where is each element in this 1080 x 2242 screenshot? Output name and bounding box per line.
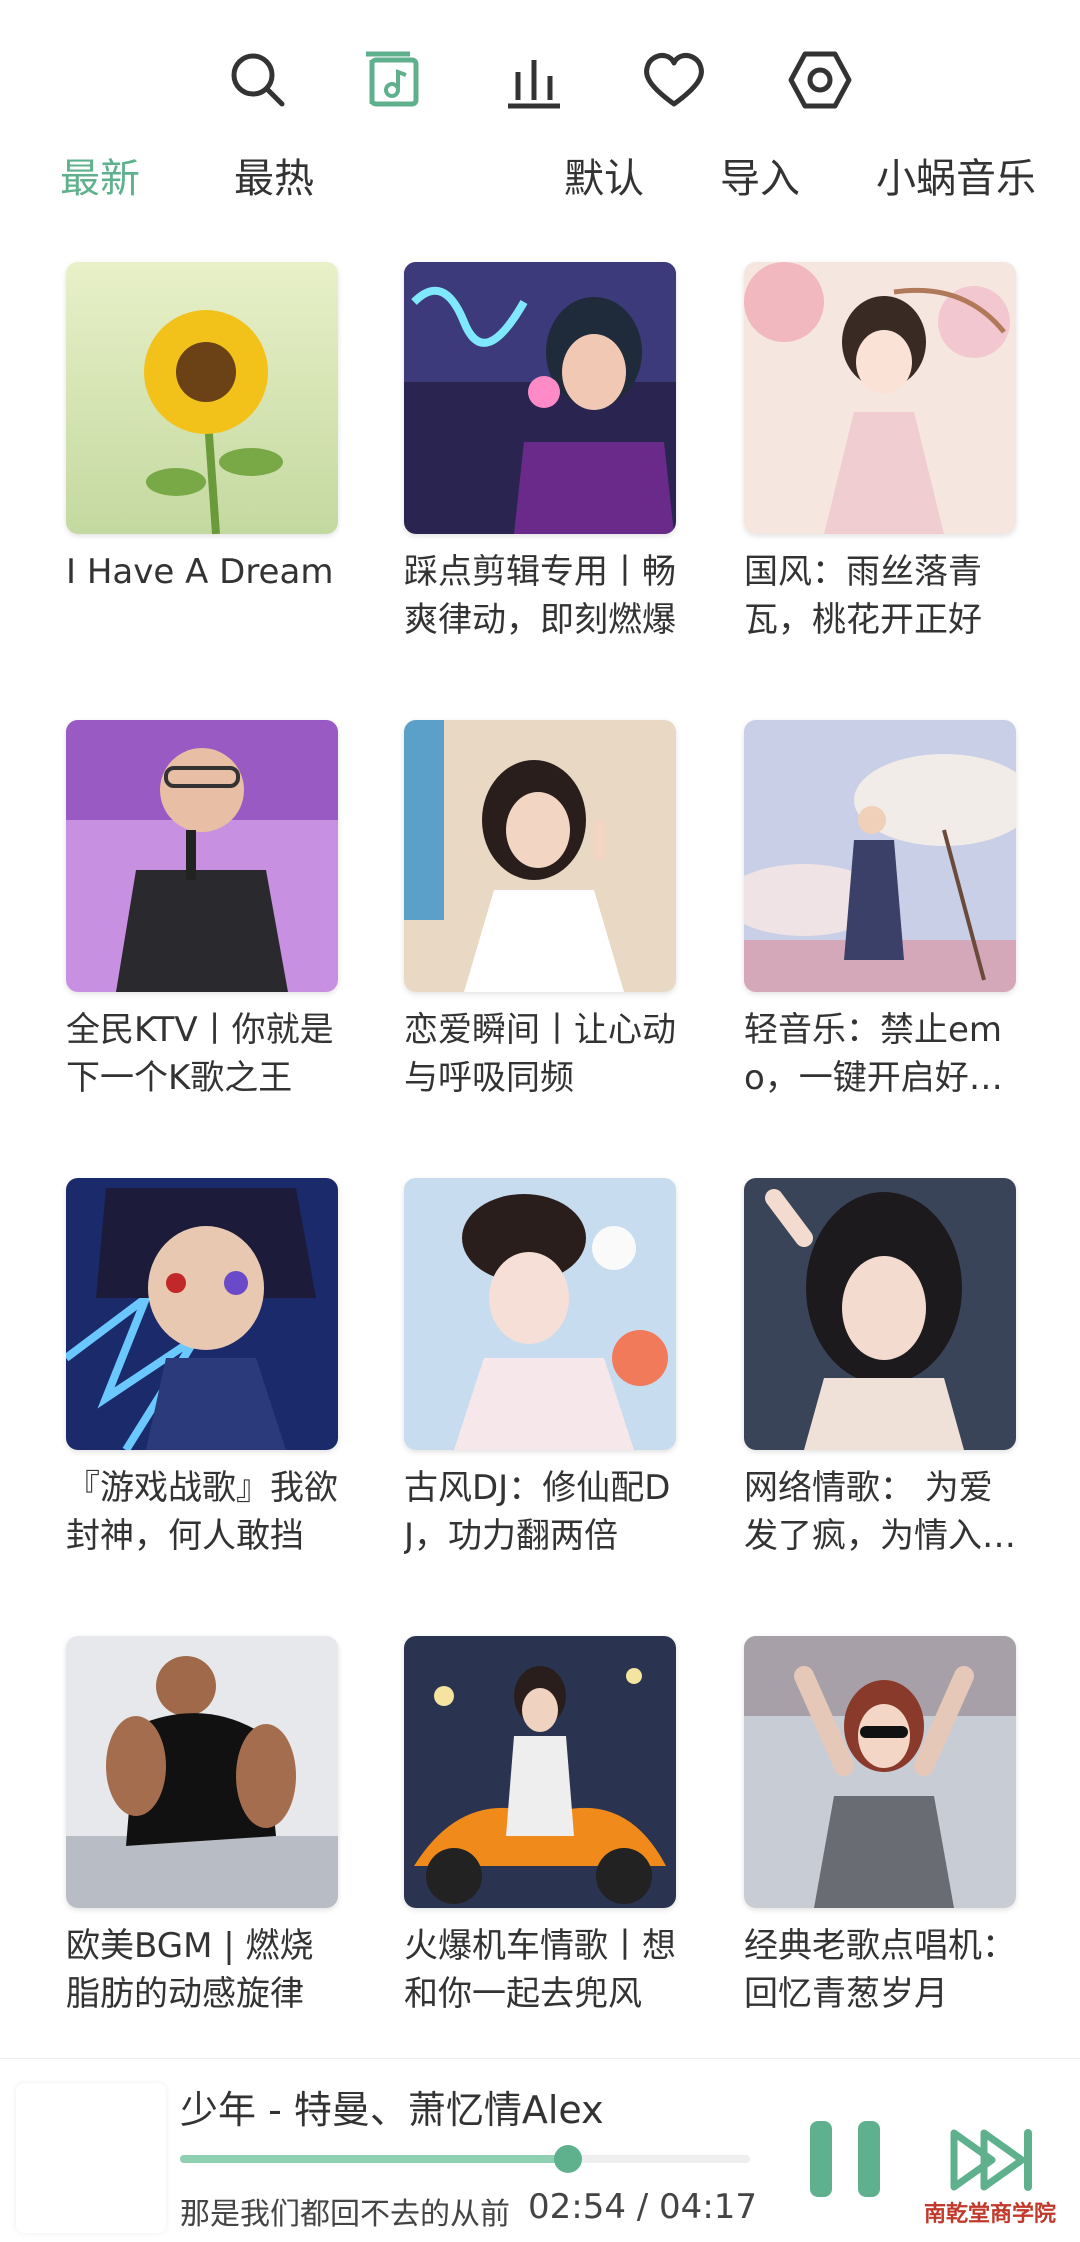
playlist-title: 国风：雨丝落青瓦，桃花开正好 bbox=[744, 552, 982, 640]
lyric-line: 那是我们都回不去的从前 bbox=[180, 2197, 510, 2232]
playlist-title: I Have A Dream bbox=[66, 552, 334, 592]
playlist-title: 网络情歌： 为爱发了疯，为情入了魔 bbox=[744, 1468, 1016, 1556]
now-playing-cover[interactable] bbox=[16, 2083, 166, 2233]
progress-fill bbox=[180, 2155, 568, 2163]
playlist-card[interactable]: 古风DJ：修仙配DJ，功力翻两倍 bbox=[404, 1178, 676, 1598]
playlist-title: 踩点剪辑专用丨畅爽律动，即刻燃爆 bbox=[404, 552, 676, 640]
watermark: 南乾堂商学院 bbox=[924, 2202, 1057, 2227]
now-playing-title: 少年 - 特曼、萧忆情Alex bbox=[180, 2088, 604, 2132]
playlist-card[interactable]: 『游戏战歌』我欲封神，何人敢挡 bbox=[66, 1178, 338, 1598]
playlist-card[interactable]: 网络情歌： 为爱发了疯，为情入了魔 bbox=[744, 1178, 1016, 1598]
progress-bar[interactable] bbox=[180, 2145, 750, 2173]
playlist-title: 轻音乐：禁止emo，一键开启好心情 bbox=[744, 1010, 1003, 1098]
playlist-cover bbox=[404, 720, 676, 992]
playlist-cover bbox=[404, 1178, 676, 1450]
playlist-card[interactable]: 国风：雨丝落青瓦，桃花开正好 bbox=[744, 262, 1016, 682]
equalizer-icon[interactable] bbox=[484, 30, 584, 130]
playlist-card[interactable]: I Have A Dream bbox=[66, 262, 338, 682]
settings-icon[interactable] bbox=[770, 30, 870, 130]
progress-handle[interactable] bbox=[553, 2145, 582, 2173]
playlist-card[interactable]: 恋爱瞬间丨让心动与呼吸同频 bbox=[404, 720, 676, 1140]
playlist-card[interactable]: 火爆机车情歌丨想和你一起去兜风 bbox=[404, 1636, 676, 2056]
playlist-cover bbox=[66, 1636, 338, 1908]
category-tabs: 最新 最热 默认 导入 小蜗音乐 bbox=[0, 148, 1080, 210]
playlist-title: 恋爱瞬间丨让心动与呼吸同频 bbox=[404, 1010, 676, 1098]
playlist-card[interactable]: 全民KTV丨你就是下一个K歌之王 bbox=[66, 720, 338, 1140]
playlist-card[interactable]: 踩点剪辑专用丨畅爽律动，即刻燃爆 bbox=[404, 262, 676, 682]
playlist-cover bbox=[66, 1178, 338, 1450]
tab-import[interactable]: 导入 bbox=[720, 148, 800, 210]
search-icon[interactable] bbox=[208, 30, 308, 130]
playlist-title: 全民KTV丨你就是下一个K歌之王 bbox=[66, 1010, 334, 1098]
playlist-cover bbox=[66, 720, 338, 992]
tab-hottest[interactable]: 最热 bbox=[234, 148, 314, 210]
next-track-icon[interactable] bbox=[948, 2127, 1038, 2193]
playlist-card[interactable]: 经典老歌点唱机：回忆青葱岁月 bbox=[744, 1636, 1016, 2056]
playlist-cover bbox=[66, 262, 338, 534]
playlist-card[interactable]: 欧美BGM | 燃烧脂肪的动感旋律 bbox=[66, 1636, 338, 2056]
tab-source[interactable]: 小蜗音乐 bbox=[876, 148, 1036, 210]
pause-icon[interactable] bbox=[806, 2121, 886, 2201]
playlist-cover bbox=[744, 720, 1016, 992]
tab-default[interactable]: 默认 bbox=[564, 148, 644, 210]
playlist-cover bbox=[744, 1178, 1016, 1450]
playlist-cover bbox=[404, 262, 676, 534]
playlist-title: 火爆机车情歌丨想和你一起去兜风 bbox=[404, 1926, 676, 2014]
tab-latest[interactable]: 最新 bbox=[60, 148, 140, 210]
playlist-cover bbox=[744, 262, 1016, 534]
mini-player[interactable]: 少年 - 特曼、萧忆情Alex 那是我们都回不去的从前 02:54 / 04:1… bbox=[0, 2058, 1080, 2242]
top-navigation bbox=[0, 30, 1080, 130]
playlist-title: 经典老歌点唱机：回忆青葱岁月 bbox=[744, 1926, 1016, 2014]
playlist-title: 古风DJ：修仙配DJ，功力翻两倍 bbox=[404, 1468, 671, 1556]
playlist-cover bbox=[404, 1636, 676, 1908]
playlist-title: 『游戏战歌』我欲封神，何人敢挡 bbox=[66, 1468, 338, 1556]
music-library-icon[interactable] bbox=[344, 30, 444, 130]
playlist-card[interactable]: 轻音乐：禁止emo，一键开启好心情 bbox=[744, 720, 1016, 1140]
heart-icon[interactable] bbox=[624, 30, 724, 130]
playback-time: 02:54 / 04:17 bbox=[528, 2187, 758, 2227]
playlist-cover bbox=[744, 1636, 1016, 1908]
playlist-title: 欧美BGM | 燃烧脂肪的动感旋律 bbox=[66, 1926, 314, 2014]
